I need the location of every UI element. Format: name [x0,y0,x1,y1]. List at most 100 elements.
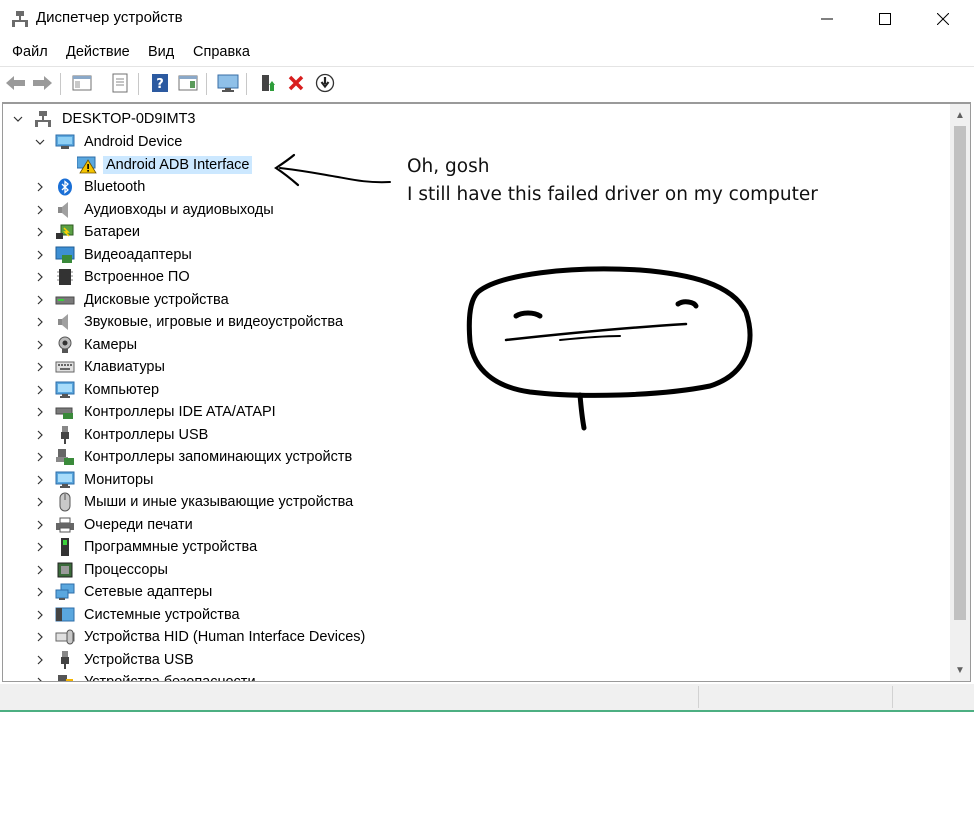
chevron-right-icon[interactable] [33,653,47,667]
tree-item-label: Android Device [84,134,183,150]
menu-action[interactable]: Действие [66,44,130,60]
chevron-right-icon[interactable] [33,585,47,599]
disk-drive-icon [55,290,75,310]
vertical-scrollbar[interactable]: ▲ ▼ [950,104,970,681]
tree-item-hid-devices[interactable]: Устройства HID (Human Interface Devices) [33,626,368,648]
tree-item-ide-controllers[interactable]: Контроллеры IDE ATA/ATAPI [33,401,279,423]
tree-item-android-device[interactable]: Android Device [33,131,185,153]
chevron-right-icon[interactable] [33,360,47,374]
ide-controller-icon [55,402,75,422]
scroll-down-arrow-icon[interactable]: ▼ [950,661,970,679]
menu-view[interactable]: Вид [148,44,174,60]
help-icon: ? [152,74,168,92]
tree-item-batteries[interactable]: Батареи [33,221,143,243]
bluetooth-icon [55,177,75,197]
chevron-right-icon[interactable] [33,473,47,487]
maximize-button[interactable] [856,0,914,38]
console-tree-icon [72,75,92,91]
scroll-up-arrow-icon[interactable]: ▲ [950,106,970,124]
chevron-right-icon[interactable] [33,225,47,239]
action-pane-button[interactable] [176,71,200,95]
tree-item-usb-controllers[interactable]: Контроллеры USB [33,424,211,446]
tree-item-print-queues[interactable]: Очереди печати [33,514,196,536]
chevron-right-icon[interactable] [33,405,47,419]
help-button[interactable]: ? [148,71,172,95]
tree-item-storage-controllers[interactable]: Контроллеры запоминающих устройств [33,446,355,468]
minimize-button[interactable] [798,0,856,38]
tree-item-monitors[interactable]: Мониторы [33,469,156,491]
tree-item-label: Контроллеры IDE ATA/ATAPI [84,404,276,420]
update-driver-button[interactable] [256,71,280,95]
tree-item-label: Видеоадаптеры [84,247,192,263]
chevron-right-icon[interactable] [33,338,47,352]
tree-item-label: Устройства безопасности [84,674,256,682]
monitor-icon [55,380,75,400]
tree-item-usb-devices[interactable]: Устройства USB [33,649,197,671]
tree-item-mice[interactable]: Мыши и иные указывающие устройства [33,491,356,513]
menu-help[interactable]: Справка [193,44,250,60]
chevron-right-icon[interactable] [33,540,47,554]
status-divider [892,686,893,708]
tree-item-label: Мыши и иные указывающие устройства [84,494,354,510]
chevron-right-icon[interactable] [33,563,47,577]
uninstall-device-button[interactable] [284,71,308,95]
chevron-right-icon[interactable] [33,428,47,442]
tree-item-security-devices[interactable]: Устройства безопасности [33,671,259,682]
tree-item-label: Сетевые адаптеры [84,584,213,600]
tree-item-processors[interactable]: Процессоры [33,559,171,581]
chevron-right-icon[interactable] [33,180,47,194]
chevron-right-icon[interactable] [33,293,47,307]
disable-device-button[interactable] [313,71,337,95]
tree-item-disk-drives[interactable]: Дисковые устройства [33,289,232,311]
chevron-right-icon[interactable] [33,248,47,262]
tree-item-sound-video-game[interactable]: Звуковые, игровые и видеоустройства [33,311,346,333]
chevron-right-icon[interactable] [33,495,47,509]
monitor-icon [55,470,75,490]
scrollbar-thumb[interactable] [954,126,966,620]
tree-item-network-adapters[interactable]: Сетевые адаптеры [33,581,215,603]
back-button[interactable] [4,71,28,95]
tree-root[interactable]: DESKTOP-0D9IMT3 [11,108,199,130]
tree-item-label: Программные устройства [84,539,258,555]
tree-item-label: Клавиатуры [84,359,165,375]
chevron-right-icon[interactable] [33,630,47,644]
poker-face-drawing [466,266,753,431]
chevron-right-icon[interactable] [33,675,47,681]
annotation-line-1: Oh, gosh [407,156,490,177]
storage-controller-icon [55,447,75,467]
tree-item-label: Системные устройства [84,607,240,623]
show-hide-console-tree-button[interactable] [70,71,94,95]
menu-file[interactable]: Файл [12,44,48,60]
tree-item-android-adb-interface[interactable]: Android ADB Interface [55,154,253,176]
chevron-down-icon[interactable] [33,135,47,149]
tree-item-keyboards[interactable]: Клавиатуры [33,356,168,378]
tree-item-computer[interactable]: Компьютер [33,379,162,401]
tree-item-audio-io[interactable]: Аудиовходы и аудиовыходы [33,199,277,221]
chevron-right-icon[interactable] [33,203,47,217]
tree-item-bluetooth[interactable]: Bluetooth [33,176,148,198]
tree-item-label: Мониторы [84,472,154,488]
forward-button[interactable] [30,71,54,95]
chevron-right-icon[interactable] [33,450,47,464]
tree-item-label: Звуковые, игровые и видеоустройства [84,314,344,330]
chevron-right-icon[interactable] [33,518,47,532]
tree-item-display-adapters[interactable]: Видеоадаптеры [33,244,195,266]
chevron-right-icon[interactable] [33,315,47,329]
tree-item-label: Контроллеры USB [84,427,209,443]
chevron-down-icon[interactable] [11,112,25,126]
speaker-icon [55,200,75,220]
scan-hardware-button[interactable] [216,71,240,95]
chevron-right-icon[interactable] [33,383,47,397]
close-button[interactable] [914,0,972,38]
tree-item-firmware[interactable]: Встроенное ПО [33,266,193,288]
tree-item-cameras[interactable]: Камеры [33,334,140,356]
tree-item-software-devices[interactable]: Программные устройства [33,536,260,558]
properties-button[interactable] [108,71,132,95]
chevron-right-icon[interactable] [33,270,47,284]
tree-item-label: Аудиовходы и аудиовыходы [84,202,274,218]
tree-item-system-devices[interactable]: Системные устройства [33,604,243,626]
system-device-icon [55,605,75,625]
computer-name: DESKTOP-0D9IMT3 [62,111,196,127]
chevron-right-icon[interactable] [33,608,47,622]
